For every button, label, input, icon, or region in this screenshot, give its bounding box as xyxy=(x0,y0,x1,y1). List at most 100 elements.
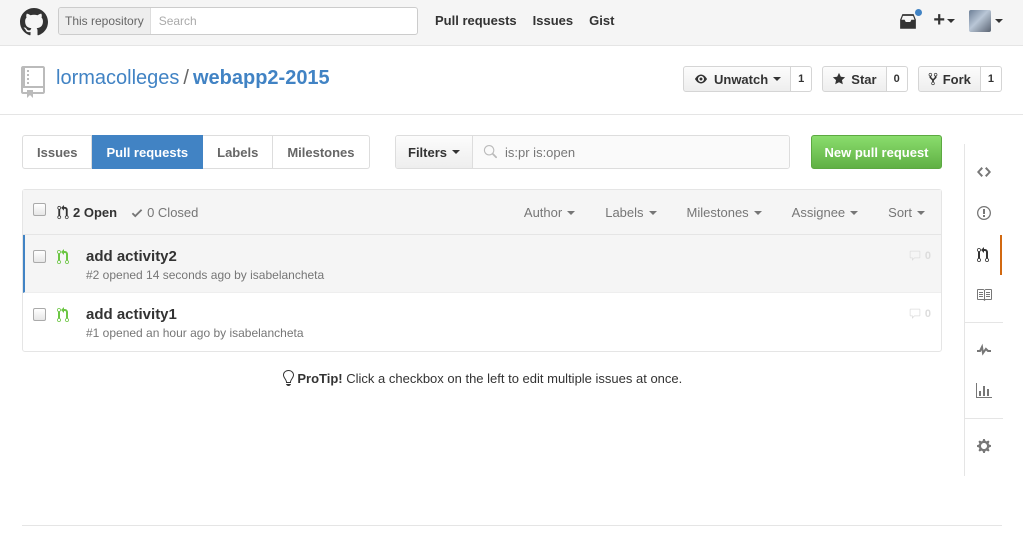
unwatch-label: Unwatch xyxy=(713,71,769,87)
fork-button[interactable]: Fork xyxy=(917,66,981,92)
open-count-label: 2 Open xyxy=(73,205,118,220)
github-logo-icon[interactable] xyxy=(20,8,48,36)
git-pull-request-icon xyxy=(57,249,69,264)
footer-divider xyxy=(22,525,1002,526)
repo-icon xyxy=(21,66,45,98)
comments-count-value: 0 xyxy=(924,250,931,262)
notifications-button[interactable] xyxy=(899,7,924,31)
filter-search xyxy=(473,136,789,168)
avatar xyxy=(969,9,991,32)
assignee-dropdown[interactable]: Assignee xyxy=(791,205,859,220)
protip-label: ProTip! xyxy=(297,371,343,386)
labels-dropdown[interactable]: Labels xyxy=(605,205,657,220)
milestones-label: Milestones xyxy=(686,205,749,220)
table-filter-dropdowns: Author Labels Milestones Assignee Sort xyxy=(524,205,925,220)
comment-icon xyxy=(909,250,921,261)
repo-separator: / xyxy=(183,67,189,89)
repo-name-link[interactable]: webapp2-2015 xyxy=(193,67,330,89)
chevron-down-icon xyxy=(850,210,859,215)
nav-gist[interactable]: Gist xyxy=(589,13,614,28)
chevron-down-icon xyxy=(995,18,1003,23)
forks-count[interactable]: 1 xyxy=(980,66,1002,92)
sort-dropdown[interactable]: Sort xyxy=(888,205,925,220)
site-search: This repository xyxy=(58,7,418,35)
check-icon xyxy=(131,208,143,217)
state-filters: 2 Open 0 Closed xyxy=(57,205,198,220)
table-row: add activity1 #1 opened an hour ago by i… xyxy=(23,293,941,351)
watch-group: Unwatch 1 xyxy=(682,66,813,92)
new-pull-request-button[interactable]: New pull request xyxy=(811,135,942,169)
star-group: Star 0 xyxy=(822,66,908,92)
nav-issues[interactable]: Issues xyxy=(533,13,573,28)
sidebar-item-issues[interactable] xyxy=(965,193,1003,233)
chevron-down-icon xyxy=(452,150,461,154)
sidebar-item-pulse[interactable] xyxy=(965,330,1003,370)
fork-label: Fork xyxy=(942,71,971,87)
sidebar-item-pull-requests[interactable] xyxy=(965,235,1002,275)
chevron-down-icon xyxy=(753,210,762,215)
watchers-count[interactable]: 1 xyxy=(791,66,813,92)
star-label: Star xyxy=(851,71,877,87)
repo-sidebar-nav xyxy=(964,144,1003,476)
sidebar-divider xyxy=(965,322,1003,323)
book-icon xyxy=(977,289,992,301)
select-all-checkbox[interactable] xyxy=(33,203,46,216)
author-dropdown[interactable]: Author xyxy=(523,205,576,220)
nav-pull-requests[interactable]: Pull requests xyxy=(435,13,517,28)
gear-icon xyxy=(977,439,991,453)
pulse-icon xyxy=(977,343,991,356)
sidebar-item-code[interactable] xyxy=(965,152,1003,192)
graph-icon xyxy=(976,383,992,398)
pr-meta: #2 opened 14 seconds ago by isabelanchet… xyxy=(86,268,325,282)
fork-icon xyxy=(928,72,938,86)
chevron-down-icon xyxy=(648,210,657,215)
comments-count[interactable]: 0 xyxy=(908,308,931,320)
pr-title-link[interactable]: add activity1 xyxy=(86,306,177,323)
chevron-down-icon xyxy=(947,18,955,23)
tab-pull-requests[interactable]: Pull requests xyxy=(92,135,204,169)
tab-issues[interactable]: Issues xyxy=(22,135,93,169)
fork-group: Fork 1 xyxy=(917,66,1002,92)
protip: ProTip! Click a checkbox on the left to … xyxy=(0,370,964,386)
repo-title: lormacolleges / webapp2-2015 xyxy=(56,67,330,90)
pull-requests-table: 2 Open 0 Closed Author Labels Milestones… xyxy=(22,189,942,352)
tab-labels[interactable]: Labels xyxy=(203,135,274,169)
user-menu-dropdown[interactable] xyxy=(969,9,1003,32)
row-checkbox[interactable] xyxy=(33,308,46,321)
chevron-down-icon xyxy=(773,77,782,81)
comments-count[interactable]: 0 xyxy=(908,250,931,262)
tab-milestones[interactable]: Milestones xyxy=(273,135,370,169)
sidebar-item-graphs[interactable] xyxy=(965,371,1003,411)
unwatch-button[interactable]: Unwatch xyxy=(682,66,792,92)
sidebar-item-wiki[interactable] xyxy=(965,275,1003,315)
git-pull-request-icon xyxy=(57,205,69,220)
open-state-link[interactable]: 2 Open xyxy=(57,205,117,220)
code-icon xyxy=(977,167,991,177)
repo-owner-link[interactable]: lormacolleges xyxy=(56,67,179,89)
eye-icon xyxy=(694,74,707,84)
milestones-dropdown[interactable]: Milestones xyxy=(687,205,762,220)
unread-indicator xyxy=(914,7,924,17)
comment-icon xyxy=(909,308,921,319)
create-new-dropdown[interactable]: + xyxy=(933,9,955,32)
star-button[interactable]: Star xyxy=(822,66,887,92)
row-checkbox[interactable] xyxy=(33,250,46,263)
filters-label: Filters xyxy=(408,144,448,160)
git-pull-request-icon xyxy=(976,247,989,262)
repo-actions: Unwatch 1 Star 0 Fork 1 xyxy=(682,66,1002,92)
author-label: Author xyxy=(523,205,563,220)
sort-label: Sort xyxy=(888,205,912,220)
table-row: add activity2 #2 opened 14 seconds ago b… xyxy=(23,235,941,293)
pr-title-link[interactable]: add activity2 xyxy=(86,248,177,265)
site-header: This repository Pull requests Issues Gis… xyxy=(0,0,1023,46)
filters-dropdown[interactable]: Filters xyxy=(396,136,474,168)
labels-label: Labels xyxy=(605,205,644,220)
closed-state-link[interactable]: 0 Closed xyxy=(131,205,198,220)
chevron-down-icon xyxy=(567,210,576,215)
star-icon xyxy=(833,72,846,85)
sidebar-item-settings[interactable] xyxy=(965,426,1003,466)
assignee-label: Assignee xyxy=(791,205,846,220)
filter-query-input[interactable] xyxy=(505,144,786,160)
search-input[interactable] xyxy=(150,8,417,34)
stargazers-count[interactable]: 0 xyxy=(886,66,908,92)
